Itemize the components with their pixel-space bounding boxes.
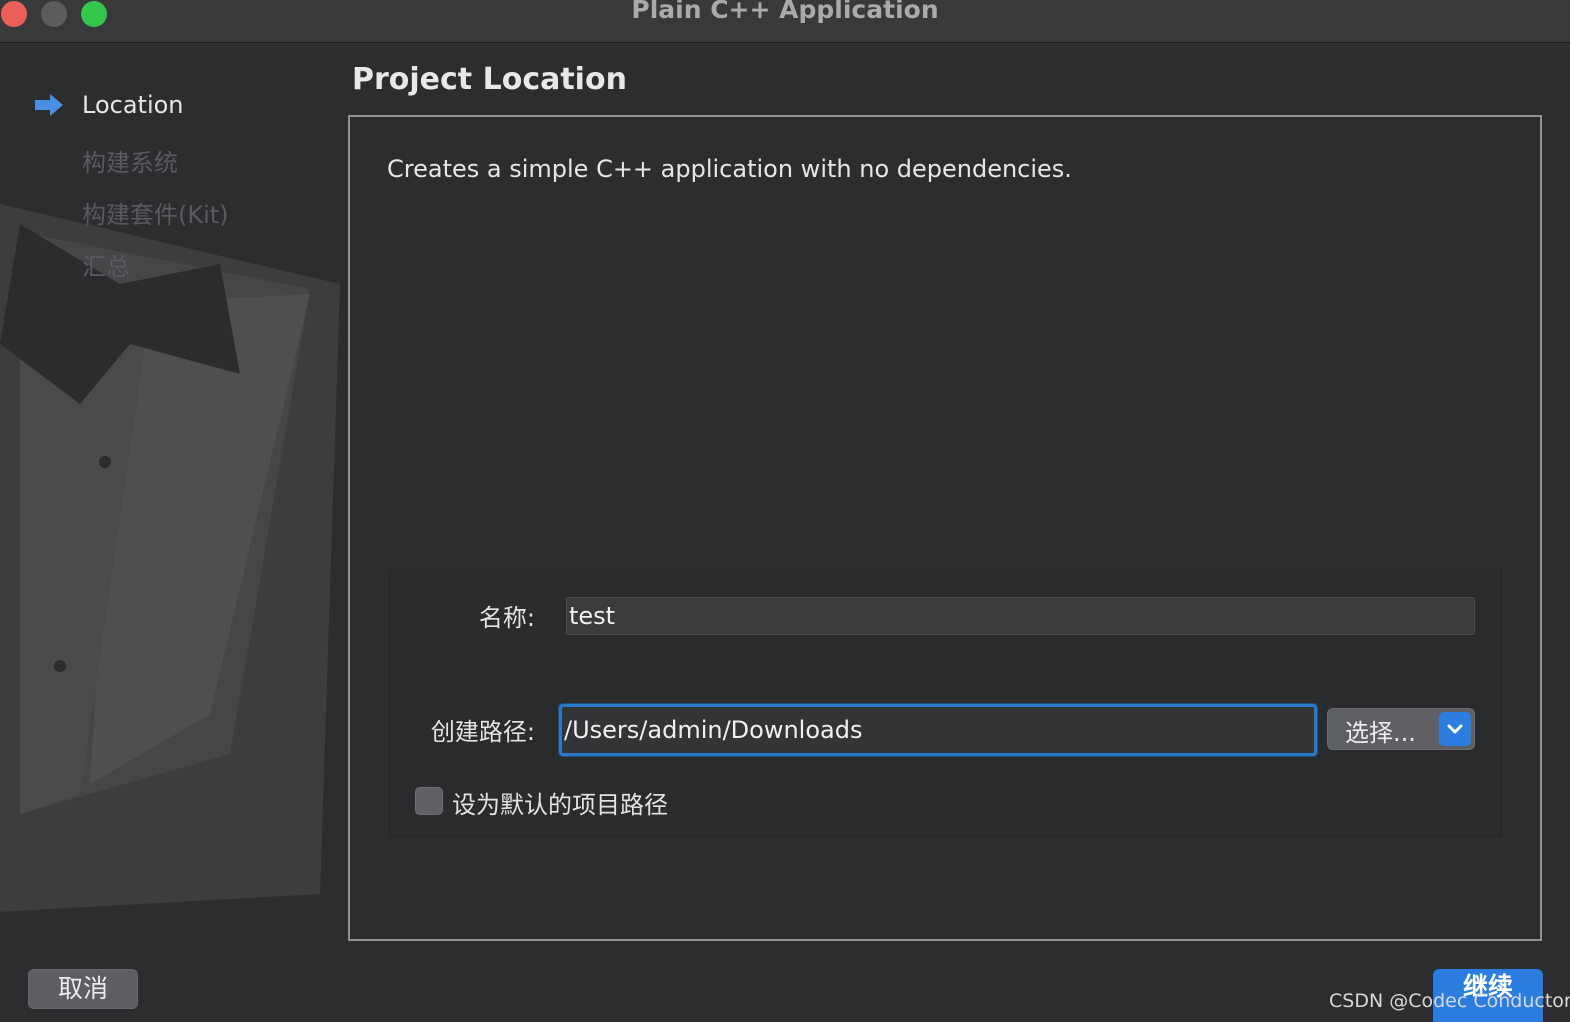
step-summary: 汇总 xyxy=(82,253,130,281)
tuxedo-icon xyxy=(0,204,340,912)
page-title: Project Location xyxy=(352,62,627,97)
chevron-down-icon xyxy=(1447,724,1463,734)
path-label: 创建路径: xyxy=(430,718,535,746)
default-path-checkbox[interactable] xyxy=(415,787,443,815)
step-location: Location xyxy=(82,91,184,119)
wizard-sidebar: Location 构建系统 构建套件(Kit) 汇总 xyxy=(0,44,346,944)
location-form: 名称: 创建路径: 选择... 设为默认的项目路径 xyxy=(389,569,1502,837)
default-path-checkbox-label[interactable]: 设为默认的项目路径 xyxy=(452,785,668,820)
wizard-window: Plain C++ Application Location 构建系统 构建套件… xyxy=(0,0,1570,1022)
title-bar: Plain C++ Application xyxy=(0,0,1570,43)
cancel-button[interactable]: 取消 xyxy=(28,969,138,1009)
step-build-system: 构建系统 xyxy=(82,149,178,177)
choose-path-label: 选择... xyxy=(1345,719,1416,747)
path-input[interactable] xyxy=(559,704,1317,756)
current-step-arrow-icon xyxy=(35,94,63,116)
choose-dropdown-button[interactable] xyxy=(1439,712,1471,746)
choose-path-button[interactable]: 选择... xyxy=(1327,708,1475,750)
content-panel: Creates a simple C++ application with no… xyxy=(348,115,1542,941)
name-label: 名称: xyxy=(478,604,535,632)
description-text: Creates a simple C++ application with no… xyxy=(387,155,1072,183)
watermark: CSDN @Codec Conductor xyxy=(1329,990,1570,1012)
step-kit: 构建套件(Kit) xyxy=(82,201,229,229)
name-input[interactable] xyxy=(566,597,1475,635)
window-title: Plain C++ Application xyxy=(631,0,939,24)
